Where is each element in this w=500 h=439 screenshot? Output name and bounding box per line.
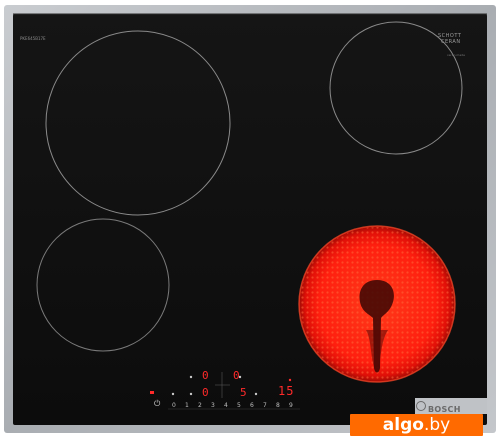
watermark-domain: .by [423,415,451,435]
burner-front-right-hot [298,225,456,383]
slider-step[interactable]: 3 [211,402,215,409]
power-button-icon[interactable]: ⏻ [154,400,162,408]
watermark-name: algo [382,415,424,435]
slider-step[interactable]: 9 [289,402,293,409]
zone-display-left-bottom: 0 [202,386,210,399]
model-code: PKE645B17E [20,36,46,41]
slider-step[interactable]: 1 [185,402,189,409]
slider-step[interactable]: 8 [276,402,280,409]
slider-step[interactable]: 5 [237,402,241,409]
slider-step[interactable]: 2 [198,402,202,409]
timer-display: 15 [278,384,295,398]
brand-label: BOSCH [428,405,461,414]
slider-step[interactable]: 7 [263,402,267,409]
certificate-line-2: CERAN [441,39,461,45]
zone-display-left-top: 0 [202,369,210,382]
watermark-badge: algo .by [350,414,483,436]
certificate-small: ceran made [447,53,465,57]
cooktop-photo [4,5,496,433]
slider-step[interactable]: 0 [172,402,176,409]
zone-display-right-bottom: 5 [240,386,248,399]
slider-step[interactable]: 4 [224,402,228,409]
slider-step[interactable]: 6 [250,402,254,409]
zone-display-right-top: 0 [233,369,241,382]
